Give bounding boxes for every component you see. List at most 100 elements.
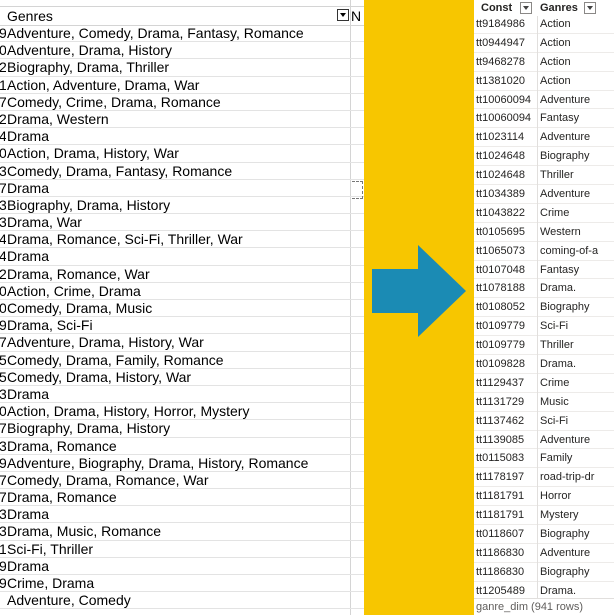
table-row[interactable]: 9 Drama bbox=[0, 558, 364, 575]
table-row[interactable]: 4 Drama, Romance, Sci-Fi, Thriller, War bbox=[0, 231, 364, 249]
genres-cell[interactable]: Drama, Romance bbox=[7, 438, 117, 454]
table-row[interactable]: tt0944947 Action bbox=[474, 34, 614, 53]
table-row[interactable]: tt0109779 Thriller bbox=[474, 336, 614, 356]
table-row[interactable]: 7 Comedy, Drama, Romance, War bbox=[0, 472, 364, 490]
table-row[interactable]: 9 Adventure, Comedy, Drama, Fantasy, Roma… bbox=[0, 25, 364, 43]
genres-cell[interactable]: Action, Drama, History, Horror, Mystery bbox=[7, 403, 249, 419]
table-row[interactable]: tt0108052 Biography bbox=[474, 298, 614, 318]
table-row[interactable]: 7 Drama, Romance bbox=[0, 489, 364, 507]
table-row[interactable]: 1 Sci-Fi, Thriller bbox=[0, 541, 364, 558]
genres-cell[interactable]: Adventure, Comedy bbox=[7, 592, 131, 608]
genres-cell[interactable]: Drama, Sci-Fi bbox=[7, 317, 93, 333]
table-row[interactable]: 5 Comedy, Drama, Family, Romance bbox=[0, 352, 364, 369]
genres-cell[interactable]: Action, Adventure, Drama, War bbox=[7, 77, 199, 93]
table-row[interactable]: 3 Comedy, Drama, Fantasy, Romance bbox=[0, 163, 364, 180]
table-row[interactable]: tt1043822 Crime bbox=[474, 204, 614, 223]
table-row[interactable]: tt1129437 Crime bbox=[474, 374, 614, 393]
genres-cell[interactable]: Action, Crime, Drama bbox=[7, 283, 141, 299]
table-row[interactable]: 0 Adventure, Drama, History bbox=[0, 42, 364, 60]
genres-cell[interactable]: Biography, Drama, Thriller bbox=[7, 59, 169, 75]
table-row[interactable]: tt1381020 Action bbox=[474, 72, 614, 91]
table-row[interactable]: tt0109828 Drama. bbox=[474, 355, 614, 374]
table-row[interactable]: 0 Action, Drama, History, War bbox=[0, 145, 364, 163]
genres-cell[interactable]: Action, Drama, History, War bbox=[7, 145, 179, 161]
table-row[interactable]: 7 Biography, Drama, History bbox=[0, 420, 364, 438]
table-row[interactable]: 4 Drama bbox=[0, 128, 364, 146]
table-row[interactable]: 1 Action, Adventure, Drama, War bbox=[0, 77, 364, 94]
genres-cell[interactable]: Biography, Drama, History bbox=[7, 197, 170, 213]
genres-cell[interactable]: Drama, Western bbox=[7, 111, 109, 127]
table-row[interactable]: 3 Drama bbox=[0, 386, 364, 404]
genres-cell[interactable]: Drama, Romance bbox=[7, 489, 117, 505]
table-row[interactable]: tt1078188 Drama. bbox=[474, 279, 614, 299]
table-row[interactable]: tt1024648 Biography bbox=[474, 147, 614, 167]
table-row[interactable]: tt1065073 coming-of-a bbox=[474, 242, 614, 261]
genres-cell[interactable]: Comedy, Drama, Fantasy, Romance bbox=[7, 163, 232, 179]
table-row[interactable]: 0 Action, Crime, Drama bbox=[0, 283, 364, 300]
table-row[interactable]: 7 Adventure, Drama, History, War bbox=[0, 334, 364, 352]
table-row[interactable]: 3 Drama, War bbox=[0, 214, 364, 232]
genres-cell[interactable]: Adventure, Drama, History, War bbox=[7, 334, 204, 350]
genres-cell[interactable]: Drama bbox=[7, 248, 49, 264]
table-row[interactable]: tt0115083 Family bbox=[474, 449, 614, 469]
table-row[interactable]: tt1024648 Thriller bbox=[474, 166, 614, 186]
genres-cell[interactable]: Adventure, Biography, Drama, History, Ro… bbox=[7, 455, 308, 471]
table-row[interactable]: 3 Drama bbox=[0, 506, 364, 524]
genres-cell[interactable]: Comedy, Drama, Family, Romance bbox=[7, 352, 224, 368]
table-row[interactable]: tt1186830 Biography bbox=[474, 563, 614, 582]
table-row[interactable]: tt9468278 Action bbox=[474, 53, 614, 72]
table-row[interactable]: tt0107048 Fantasy bbox=[474, 261, 614, 280]
column-dropdown-icon[interactable] bbox=[584, 2, 596, 14]
table-row[interactable]: tt1137462 Sci-Fi bbox=[474, 412, 614, 431]
table-row[interactable]: 0 Comedy, Drama, Music bbox=[0, 300, 364, 318]
table-row[interactable]: 9 Adventure, Biography, Drama, History, R… bbox=[0, 455, 364, 472]
column-dropdown-icon[interactable] bbox=[520, 2, 532, 14]
genres-cell[interactable]: Comedy, Drama, History, War bbox=[7, 369, 191, 385]
table-row[interactable]: 0 Action, Drama, History, Horror, Mystery bbox=[0, 403, 364, 421]
table-row[interactable]: tt1186830 Adventure bbox=[474, 544, 614, 563]
genres-cell[interactable]: Comedy, Drama, Romance, War bbox=[7, 472, 209, 488]
genres-cell[interactable]: Comedy, Crime, Drama, Romance bbox=[7, 94, 221, 110]
genres-cell[interactable]: Drama bbox=[7, 180, 49, 196]
table-row[interactable]: 7 Drama bbox=[0, 180, 364, 197]
genres-cell[interactable]: Drama bbox=[7, 128, 49, 144]
table-row[interactable]: tt1131729 Music bbox=[474, 393, 614, 412]
genres-cell[interactable]: Drama, Music, Romance bbox=[7, 523, 161, 539]
table-row[interactable]: 2 Drama, Western bbox=[0, 111, 364, 129]
table-row[interactable]: tt10060094 Fantasy bbox=[474, 109, 614, 129]
filter-dropdown-icon[interactable] bbox=[337, 9, 349, 21]
genres-cell[interactable]: Biography, Drama, History bbox=[7, 420, 170, 436]
table-row[interactable]: tt0118607 Biography bbox=[474, 525, 614, 544]
table-row[interactable]: 3 Drama, Romance bbox=[0, 438, 364, 455]
table-row[interactable]: tt1023114 Adventure bbox=[474, 128, 614, 148]
genres-cell[interactable]: Sci-Fi, Thriller bbox=[7, 541, 93, 557]
table-row[interactable]: 2 Drama, Romance, War bbox=[0, 266, 364, 283]
table-row[interactable]: 4 Drama bbox=[0, 248, 364, 266]
genres-cell[interactable]: Drama, Romance, War bbox=[7, 266, 150, 282]
table-row[interactable]: 5 Comedy, Drama, History, War bbox=[0, 369, 364, 386]
table-row[interactable]: tt0109779 Sci-Fi bbox=[474, 317, 614, 337]
table-row[interactable]: Adventure, Comedy bbox=[0, 592, 364, 610]
genres-cell[interactable]: Drama, War bbox=[7, 214, 82, 230]
table-row[interactable]: tt1139085 Adventure bbox=[474, 431, 614, 450]
table-row[interactable]: 3 Drama, Music, Romance bbox=[0, 523, 364, 541]
genres-cell[interactable]: Drama bbox=[7, 558, 49, 574]
genres-cell[interactable]: Drama bbox=[7, 506, 49, 522]
table-row[interactable]: 2 Biography, Drama, Thriller bbox=[0, 59, 364, 77]
table-row[interactable]: tt1181791 Horror bbox=[474, 487, 614, 507]
genres-cell[interactable]: Adventure, Comedy, Drama, Fantasy, Roman… bbox=[7, 25, 304, 41]
table-row[interactable]: 9 Crime, Drama bbox=[0, 575, 364, 593]
table-row[interactable]: tt9184986 Action bbox=[474, 15, 614, 34]
genres-cell[interactable]: Drama, Romance, Sci-Fi, Thriller, War bbox=[7, 231, 243, 247]
table-row[interactable]: 9 Drama, Sci-Fi bbox=[0, 317, 364, 335]
genres-cell[interactable]: Adventure, Drama, History bbox=[7, 42, 172, 58]
genres-cell[interactable]: Drama bbox=[7, 386, 49, 402]
table-row[interactable]: 7 Comedy, Crime, Drama, Romance bbox=[0, 94, 364, 111]
table-row[interactable]: tt1178197 road-trip-dr bbox=[474, 468, 614, 488]
table-row[interactable]: tt0105695 Western bbox=[474, 223, 614, 242]
genres-cell[interactable]: Crime, Drama bbox=[7, 575, 94, 591]
genres-cell[interactable]: Comedy, Drama, Music bbox=[7, 300, 152, 316]
table-row[interactable]: 3 Biography, Drama, History bbox=[0, 197, 364, 215]
table-row[interactable]: tt1034389 Adventure bbox=[474, 185, 614, 204]
table-row[interactable]: tt10060094 Adventure bbox=[474, 91, 614, 110]
